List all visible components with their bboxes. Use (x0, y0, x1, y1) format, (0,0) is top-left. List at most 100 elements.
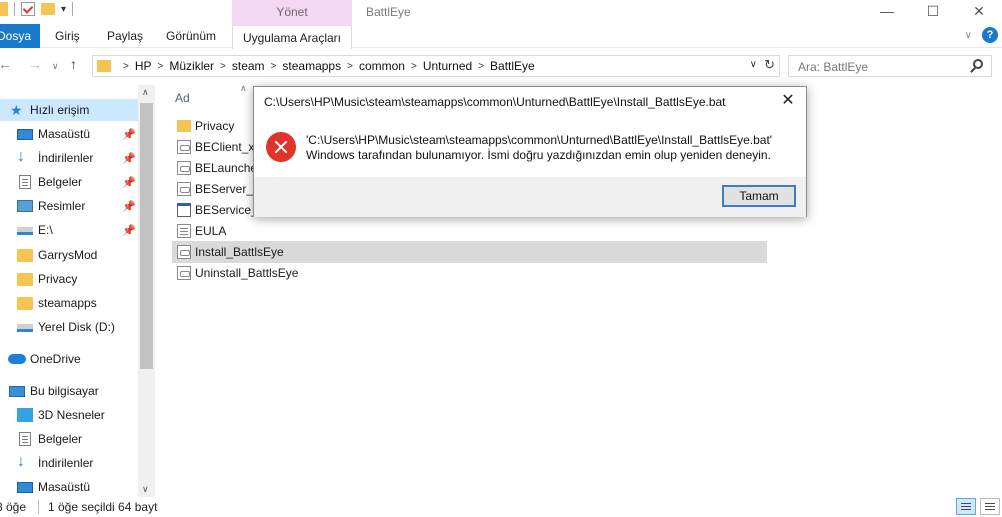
tab-view[interactable]: Görünüm (166, 24, 216, 48)
dialog-close-button[interactable]: ✕ (778, 90, 798, 110)
tab-application-tools[interactable]: Uygulama Araçları (232, 24, 352, 49)
pin-icon[interactable]: 📌 (122, 152, 136, 165)
nav-item-local-disk-d[interactable]: Yerel Disk (D:) (0, 316, 138, 338)
ok-button[interactable]: Tamam (722, 185, 796, 207)
nav-item-label: Bu bilgisayar (30, 384, 99, 398)
nav-item-label: Resimler (38, 199, 86, 213)
pin-icon[interactable]: 📌 (122, 200, 136, 213)
nav-item-desktop[interactable]: Masaüstü 📌 (0, 123, 138, 145)
file-name: Install_BattlsEye (195, 245, 284, 259)
dialog-title: C:\Users\HP\Music\steam\steamapps\common… (264, 95, 726, 109)
search-icon[interactable] (973, 59, 983, 69)
pictures-icon (17, 200, 33, 212)
address-dropdown-icon[interactable]: ∨ (750, 59, 757, 70)
breadcrumb-separator-icon[interactable]: > (220, 61, 226, 72)
scroll-up-icon[interactable]: ∧ (142, 87, 149, 98)
pin-icon[interactable]: 📌 (122, 176, 136, 189)
breadcrumb-common[interactable]: common (359, 59, 405, 73)
maximize-button[interactable]: ☐ (910, 0, 956, 24)
details-view-button[interactable] (956, 498, 976, 515)
computer-icon (9, 386, 25, 397)
breadcrumb-separator-icon[interactable]: > (478, 61, 484, 72)
navigation-scrollbar[interactable]: ∧ ∨ (138, 85, 155, 497)
nav-item-label: Belgeler (38, 175, 83, 189)
new-folder-icon[interactable] (41, 3, 55, 15)
column-header-name[interactable]: Ad (175, 91, 190, 105)
close-window-button[interactable]: ✕ (956, 0, 1002, 24)
status-bar: 8 öğe 1 öğe seçildi 64 bayt (0, 497, 1002, 517)
breadcrumb-music[interactable]: Müzikler (169, 59, 214, 73)
tab-file-label: Dosya (0, 29, 32, 43)
breadcrumb-separator-icon[interactable]: > (347, 61, 353, 72)
nav-item-garrysmod[interactable]: GarrysMod (0, 244, 138, 266)
breadcrumb-hp[interactable]: HP (135, 59, 152, 73)
nav-item-this-pc[interactable]: Bu bilgisayar (0, 380, 138, 402)
breadcrumb-steam[interactable]: steam (232, 59, 265, 73)
nav-item-privacy[interactable]: Privacy (0, 268, 138, 290)
help-icon[interactable]: ? (982, 27, 998, 43)
nav-item-desktop-pc[interactable]: Masaüstü (0, 476, 138, 498)
minimize-button[interactable]: — (864, 0, 910, 24)
selection-info: 1 öğe seçildi 64 bayt (48, 500, 158, 514)
expand-ribbon-chevron-icon[interactable]: ∨ (965, 30, 972, 41)
nav-item-downloads[interactable]: ↓ İndirilenler 📌 (0, 147, 138, 169)
drive-icon (17, 227, 33, 235)
nav-item-steamapps[interactable]: steamapps (0, 292, 138, 314)
separator (38, 500, 39, 514)
search-input[interactable]: Ara: BattlEye (788, 55, 992, 77)
search-placeholder: Ara: BattlEye (798, 60, 869, 74)
address-bar-row: ← → ∨ ↑ > HP > Müzikler > steam > steama… (0, 52, 1002, 80)
breadcrumb-separator-icon[interactable]: > (271, 61, 277, 72)
file-row[interactable]: Uninstall_BattlsEye (172, 262, 767, 284)
tab-share[interactable]: Paylaş (107, 24, 143, 48)
refresh-icon[interactable]: ↻ (764, 57, 775, 73)
nav-item-onedrive[interactable]: OneDrive (0, 348, 138, 370)
breadcrumb-steamapps[interactable]: steamapps (282, 59, 341, 73)
forward-arrow-icon[interactable]: → (28, 56, 42, 72)
nav-item-label: Yerel Disk (D:) (38, 320, 115, 334)
error-icon (266, 132, 296, 162)
scroll-down-icon[interactable]: ∨ (142, 484, 149, 495)
breadcrumb-separator-icon[interactable]: > (123, 61, 129, 72)
file-row[interactable]: EULA (172, 220, 767, 242)
nav-item-3d-objects[interactable]: 3D Nesneler (0, 404, 138, 426)
text-file-icon (177, 224, 191, 238)
nav-item-documents-pc[interactable]: Belgeler (0, 428, 138, 450)
breadcrumb-separator-icon[interactable]: > (411, 61, 417, 72)
tab-home[interactable]: Giriş (55, 24, 80, 48)
breadcrumb: > HP > Müzikler > steam > steamapps > co… (117, 59, 535, 73)
recent-locations-chevron-icon[interactable]: ∨ (52, 61, 59, 72)
file-row[interactable]: Install_BattlsEye (172, 241, 767, 263)
pin-icon[interactable]: 📌 (122, 128, 136, 141)
breadcrumb-battleye[interactable]: BattlEye (490, 59, 535, 73)
large-icons-view-button[interactable] (980, 498, 1000, 515)
nav-item-label: Belgeler (38, 432, 83, 446)
download-icon: ↓ (17, 453, 25, 470)
nav-item-downloads-pc[interactable]: ↓ İndirilenler (0, 452, 138, 474)
3d-objects-icon (17, 408, 33, 422)
file-name: BEClient_x6 (195, 140, 262, 154)
back-arrow-icon[interactable]: ← (0, 56, 12, 72)
dialog-message-text: Windows tarafından bulunamıyor. İsmi doğ… (306, 148, 771, 162)
ribbon-tabs: Dosya Giriş Paylaş Görünüm Uygulama Araç… (0, 24, 1002, 49)
pin-icon[interactable]: 📌 (122, 224, 136, 237)
properties-icon[interactable] (21, 2, 35, 16)
address-box[interactable]: > HP > Müzikler > steam > steamapps > co… (92, 55, 780, 77)
nav-item-pictures[interactable]: Resimler 📌 (0, 195, 138, 217)
nav-item-documents[interactable]: Belgeler 📌 (0, 171, 138, 193)
folder-icon (17, 273, 33, 286)
scrollbar-thumb[interactable] (140, 103, 153, 369)
customize-toolbar-dropdown-icon[interactable]: ▾ (61, 4, 66, 15)
separator (14, 2, 15, 16)
nav-item-label: İndirilenler (38, 456, 94, 470)
nav-item-label: Privacy (38, 272, 78, 286)
breadcrumb-unturned[interactable]: Unturned (423, 59, 472, 73)
up-arrow-icon[interactable]: ↑ (70, 56, 77, 72)
nav-item-quick-access[interactable]: ★ Hızlı erişim (0, 99, 138, 121)
tab-file[interactable]: Dosya (0, 24, 40, 48)
folder-icon (0, 2, 8, 16)
nav-item-label: GarrysMod (38, 248, 98, 262)
nav-item-drive-e[interactable]: E:\ 📌 (0, 219, 138, 241)
documents-icon (19, 432, 31, 446)
breadcrumb-separator-icon[interactable]: > (158, 61, 164, 72)
